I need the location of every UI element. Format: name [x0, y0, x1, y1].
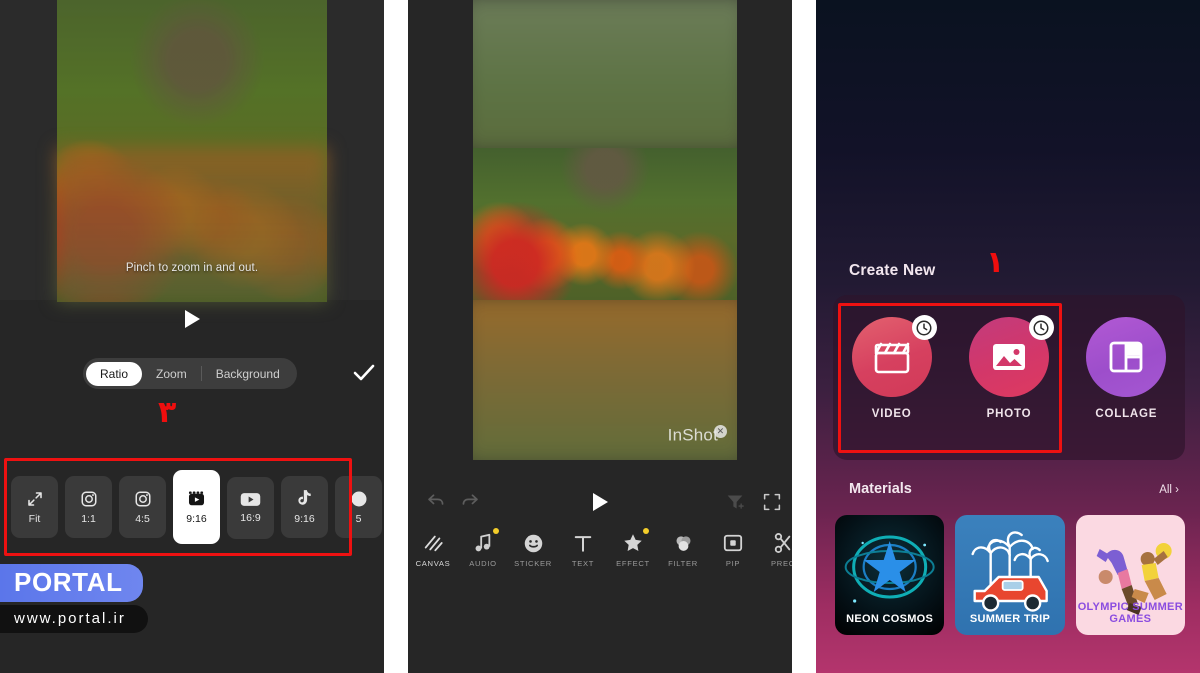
- inshot-watermark[interactable]: InShot✕: [668, 425, 727, 446]
- segmented-control[interactable]: Ratio Zoom Background: [83, 358, 297, 389]
- redo-button[interactable]: [460, 492, 480, 515]
- annotation-box-ratio-row: [4, 458, 352, 556]
- editor-control-bar: [408, 488, 792, 522]
- toolbar-item-effect[interactable]: EFFECT: [608, 526, 658, 568]
- text-icon: [558, 530, 608, 556]
- watermark-url: www.portal.ir: [0, 605, 148, 633]
- canvas-blur-top: [473, 0, 737, 157]
- toolbar-label: EFFECT: [616, 559, 650, 568]
- toolbar-item-audio[interactable]: AUDIO: [458, 526, 508, 568]
- editor-canvas[interactable]: InShot✕: [473, 0, 737, 460]
- collage-icon: [1109, 341, 1143, 373]
- material-label: OLYMPIC SUMMER GAMES: [1077, 600, 1183, 626]
- filter-add-button[interactable]: [726, 493, 744, 516]
- screenshot-root: Pinch to zoom in and out. Ratio Zoom Bac…: [0, 0, 1200, 673]
- panel-divider-1: [384, 0, 408, 673]
- filter-add-icon: [727, 495, 744, 509]
- toolbar-item-canvas[interactable]: CANVAS: [408, 526, 458, 568]
- toolbar-label: CANVAS: [415, 559, 451, 568]
- fullscreen-button[interactable]: [763, 493, 781, 516]
- notification-dot: [493, 528, 499, 534]
- watermark-brand: PORTAL: [0, 564, 143, 602]
- ratio-label: 5: [355, 512, 362, 525]
- panel-divider-2: [792, 0, 816, 673]
- create-new-heading: Create New: [849, 262, 936, 279]
- confirm-button[interactable]: [352, 363, 376, 383]
- tab-zoom[interactable]: Zoom: [142, 362, 201, 386]
- play-icon: [184, 310, 200, 328]
- pip-icon: [708, 530, 758, 556]
- facebook-icon: [351, 491, 366, 506]
- redo-icon: [462, 494, 478, 505]
- toolbar-item-sticker[interactable]: STICKER: [508, 526, 558, 568]
- preview-photo-blur-lower: [57, 148, 327, 302]
- materials-all-link[interactable]: All ›: [1159, 484, 1179, 496]
- canvas-photo[interactable]: [473, 148, 737, 300]
- preview-play-button[interactable]: [0, 310, 384, 333]
- volleyball-player: [1131, 543, 1172, 603]
- material-card-summer-trip[interactable]: SUMMER TRIP: [955, 515, 1065, 635]
- materials-list[interactable]: NEON COSMOS SUMMER TRIP OLYMPIC SUMMER G…: [835, 515, 1185, 635]
- toolbar-item-text[interactable]: TEXT: [558, 526, 608, 568]
- close-icon[interactable]: ✕: [714, 425, 727, 439]
- create-option-collage[interactable]: COLLAGE: [1068, 295, 1185, 460]
- toolbar-label: PIP: [725, 559, 741, 568]
- annotation-box-video-photo: [838, 303, 1062, 453]
- toolbar-label: AUDIO: [469, 559, 497, 568]
- material-label: SUMMER TRIP: [969, 613, 1051, 626]
- filter-icon: [658, 530, 708, 556]
- canvas-mode-segmented-control: Ratio Zoom Background: [0, 358, 384, 390]
- material-card-neon-cosmos[interactable]: NEON COSMOS: [835, 515, 945, 635]
- panel-canvas-ratio: Pinch to zoom in and out. Ratio Zoom Bac…: [0, 0, 384, 673]
- material-card-olympic-summer-games[interactable]: OLYMPIC SUMMER GAMES: [1075, 515, 1185, 635]
- portal-watermark: PORTAL www.portal.ir: [0, 564, 148, 633]
- annotation-number-3: ۳: [158, 395, 177, 430]
- fullscreen-icon: [763, 493, 781, 511]
- timeline-play-button[interactable]: [590, 491, 610, 518]
- scissors-icon: [758, 530, 792, 556]
- toolbar-label: TEXT: [571, 559, 595, 568]
- editor-toolbar[interactable]: CANVAS AUDIO STICKER TEXT EFFECT FILTER …: [408, 526, 792, 582]
- smiley-icon: [508, 530, 558, 556]
- undo-button[interactable]: [426, 492, 446, 515]
- toolbar-item-pip[interactable]: PIP: [708, 526, 758, 568]
- inshot-watermark-label: InShot: [667, 426, 718, 445]
- toolbar-item-filter[interactable]: FILTER: [658, 526, 708, 568]
- panel-home: Create New ۱ VIDEO PHOTO COLLAGE Materia…: [816, 0, 1200, 673]
- toolbar-label: STICKER: [514, 559, 552, 568]
- notification-dot: [643, 528, 649, 534]
- tab-ratio[interactable]: Ratio: [86, 361, 143, 386]
- play-icon: [593, 493, 608, 511]
- collage-bubble[interactable]: [1086, 317, 1167, 397]
- annotation-number-1: ۱: [986, 245, 1005, 280]
- toolbar-label: PREC: [771, 559, 792, 568]
- create-option-label: COLLAGE: [1095, 408, 1158, 420]
- star-icon: [608, 530, 658, 556]
- materials-heading: Materials: [849, 481, 912, 497]
- material-label: NEON COSMOS: [846, 613, 934, 626]
- canvas-icon: [408, 530, 458, 556]
- video-preview-area[interactable]: Pinch to zoom in and out.: [0, 0, 384, 302]
- pinch-hint-text: Pinch to zoom in and out.: [125, 262, 259, 274]
- toolbar-item-precut[interactable]: PREC: [758, 526, 792, 568]
- checkmark-icon: [353, 364, 375, 381]
- undo-icon: [428, 494, 444, 505]
- music-icon: [458, 530, 508, 556]
- tab-background[interactable]: Background: [202, 362, 294, 386]
- toolbar-label: FILTER: [668, 559, 698, 568]
- panel-editor: InShot✕ CANVAS AUDIO STICKER TEXT EFFECT…: [408, 0, 792, 673]
